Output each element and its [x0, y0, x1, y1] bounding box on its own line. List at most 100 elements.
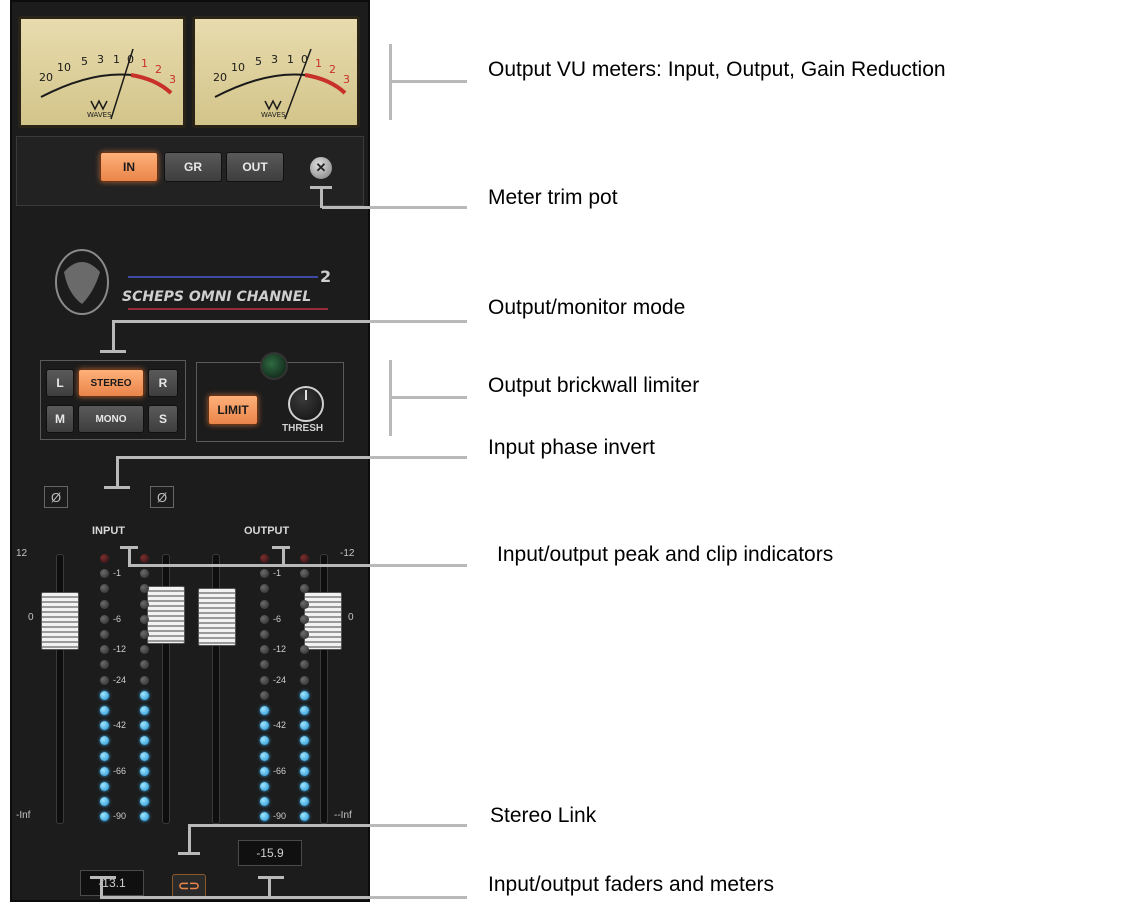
- meter-led: [140, 782, 149, 791]
- meter-led: [100, 614, 109, 624]
- meter-led: [100, 721, 109, 731]
- meter-led: [300, 584, 309, 594]
- leader-peak: [128, 564, 467, 567]
- meter-led: [100, 630, 109, 639]
- meter-led: [260, 690, 269, 700]
- annotation-vu: Output VU meters: Input, Output, Gain Re…: [488, 58, 946, 81]
- leader-limiter: [392, 396, 467, 399]
- leader-link-stem: [188, 824, 191, 854]
- meter-led: [100, 766, 109, 776]
- led-scale-label: -12: [273, 644, 287, 655]
- meter-led: [300, 675, 309, 685]
- meter-led: [260, 797, 269, 807]
- annotation-link: Stereo Link: [490, 804, 597, 827]
- stereo-link-button[interactable]: ⊂⊃: [172, 874, 206, 898]
- leader-peak-out-top: [272, 546, 290, 549]
- led-scale-label: -90: [273, 811, 287, 822]
- led-meters: -1 -1 -6 -6 -12 -12 -24 -24 -42 -42 -66 -66 -90 -90: [12, 2, 372, 902]
- meter-led: [300, 554, 309, 563]
- meter-led: [100, 690, 109, 700]
- leader-trim: [322, 206, 467, 209]
- leader-faders: [100, 896, 467, 899]
- meter-led: [140, 569, 149, 579]
- led-scale-label: -1: [273, 568, 282, 579]
- meter-led: [300, 690, 309, 700]
- meter-led: [260, 630, 269, 639]
- led-scale-label: -24: [113, 674, 127, 685]
- meter-led: [300, 630, 309, 639]
- meter-led: [100, 706, 109, 715]
- led-scale-label: -6: [273, 613, 282, 624]
- meter-led: [140, 675, 149, 685]
- meter-led: [140, 660, 149, 670]
- input-readout: -13.1: [80, 870, 144, 896]
- meter-led: [100, 797, 109, 807]
- leader-fader-out-top: [258, 876, 284, 879]
- leader-monitor-stem: [112, 322, 115, 352]
- output-readout: -15.9: [238, 840, 302, 866]
- leader-fader-in-top: [90, 876, 116, 879]
- leader-vu: [392, 80, 467, 83]
- led-scale-label: -1: [113, 568, 122, 579]
- meter-led: [300, 660, 309, 670]
- leader-monitor: [112, 320, 467, 323]
- meter-led: [260, 812, 269, 822]
- leader-link: [188, 824, 467, 827]
- meter-led: [300, 751, 309, 761]
- meter-led: [140, 645, 149, 655]
- meter-led: [260, 554, 269, 563]
- meter-led: [260, 736, 269, 746]
- meter-led: [100, 660, 109, 670]
- meter-led: [300, 721, 309, 731]
- meter-led: [100, 584, 109, 594]
- leader-phase-stem: [116, 456, 119, 488]
- meter-led: [260, 569, 269, 579]
- led-scale-label: -90: [113, 811, 127, 822]
- meter-led: [140, 614, 149, 624]
- meter-led: [140, 554, 149, 563]
- meter-led: [260, 599, 269, 609]
- meter-led: [260, 751, 269, 761]
- meter-led: [300, 812, 309, 822]
- meter-led: [100, 569, 109, 579]
- led-scale-label: -42: [273, 720, 287, 731]
- meter-led: [100, 554, 109, 563]
- meter-led: [140, 721, 149, 731]
- meter-led: [260, 584, 269, 594]
- meter-led: [260, 766, 269, 776]
- meter-led: [140, 751, 149, 761]
- meter-led: [100, 812, 109, 822]
- meter-led: [140, 706, 149, 715]
- meter-led: [100, 751, 109, 761]
- led-scale-label: -6: [113, 613, 122, 624]
- meter-led: [300, 706, 309, 715]
- meter-led: [260, 675, 269, 685]
- meter-led: [260, 721, 269, 731]
- meter-led: [100, 675, 109, 685]
- annotation-monitor: Output/monitor mode: [488, 296, 686, 319]
- meter-led: [140, 812, 149, 822]
- meter-led: [100, 599, 109, 609]
- leader-phase: [116, 456, 467, 459]
- leader-fader-in-stem: [100, 876, 103, 898]
- meter-led: [260, 782, 269, 791]
- meter-led: [300, 645, 309, 655]
- meter-led: [140, 690, 149, 700]
- meter-led: [300, 797, 309, 807]
- link-icon: ⊂⊃: [178, 878, 200, 893]
- meter-led: [260, 614, 269, 624]
- led-scale-label: -12: [113, 644, 127, 655]
- meter-led: [300, 569, 309, 579]
- leader-fader-out-stem: [268, 876, 271, 898]
- meter-led: [260, 706, 269, 715]
- meter-led: [100, 736, 109, 746]
- meter-led: [260, 645, 269, 655]
- meter-led: [100, 645, 109, 655]
- meter-led: [260, 660, 269, 670]
- meter-led: [300, 599, 309, 609]
- annotation-faders: Input/output faders and meters: [488, 873, 775, 896]
- meter-led: [140, 736, 149, 746]
- meter-led: [140, 797, 149, 807]
- meter-led: [140, 630, 149, 639]
- leader-trim-stem: [320, 186, 323, 208]
